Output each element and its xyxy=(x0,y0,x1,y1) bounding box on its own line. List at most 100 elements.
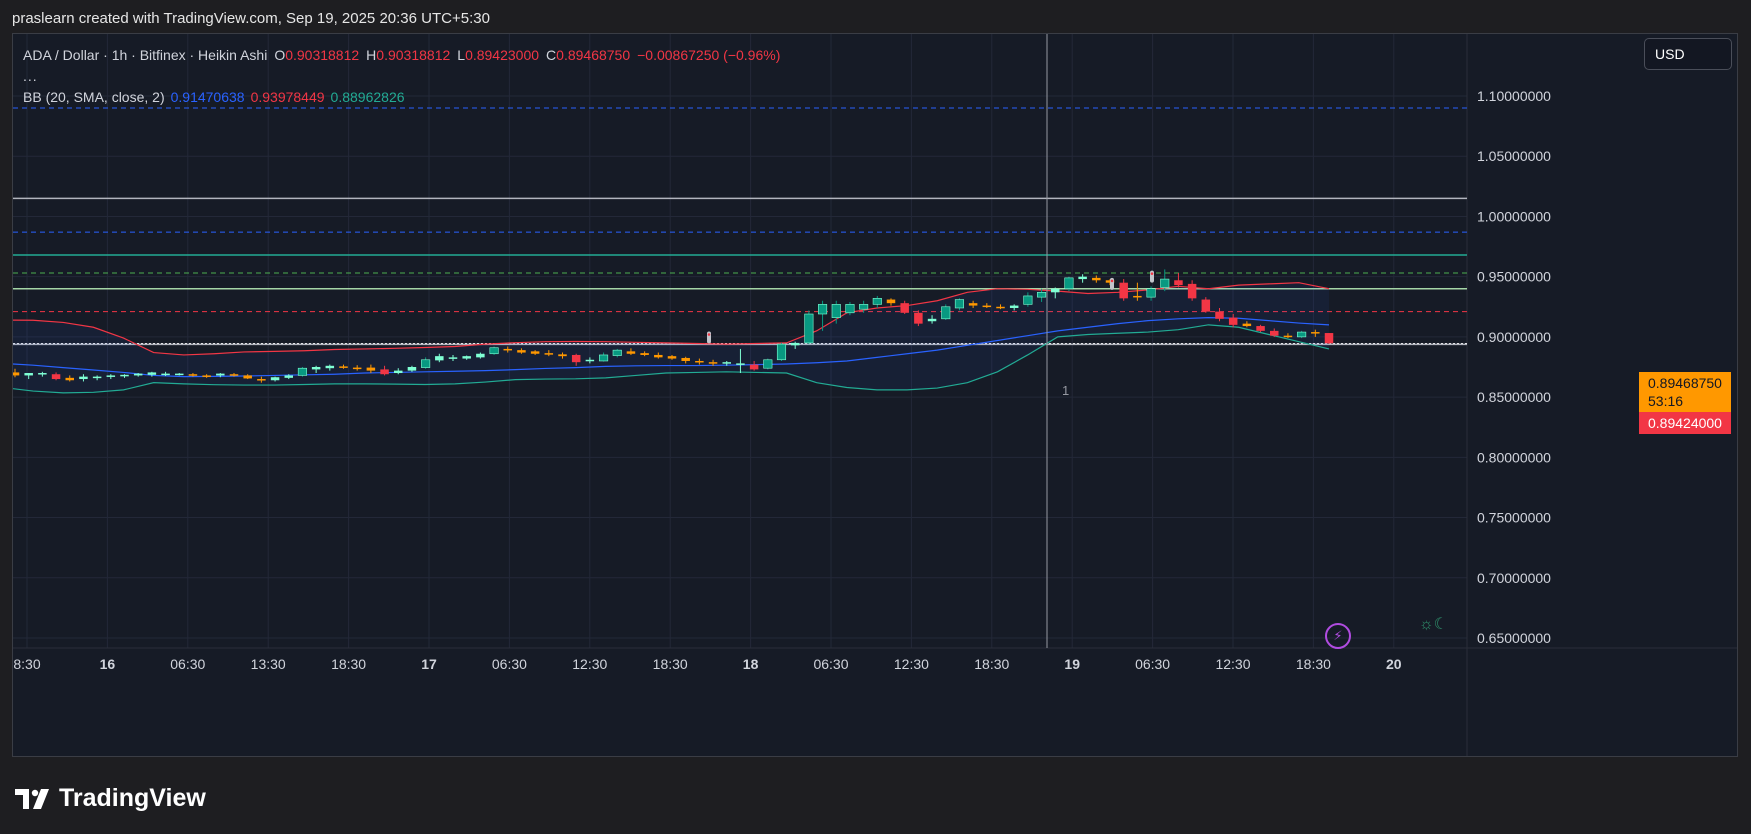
candle-body xyxy=(38,373,47,375)
legend-change-value: −0.00867250 (−0.96%) xyxy=(637,47,781,63)
currency-button[interactable]: USD xyxy=(1644,38,1732,70)
candle-body xyxy=(147,372,157,375)
candle-body xyxy=(585,359,595,362)
candle-body xyxy=(1078,276,1087,280)
candle-body xyxy=(1146,288,1156,298)
candle-body xyxy=(776,343,787,361)
candle-body xyxy=(435,356,444,361)
chart-legend: ADA / Dollar · 1h · Bitfinex · Heikin As… xyxy=(23,45,780,108)
time-tick-label: 18:30 xyxy=(1296,656,1331,672)
legend-open-value: 0.90318812 xyxy=(285,47,360,63)
candle-body xyxy=(1256,326,1265,331)
time-tick-label: 20 xyxy=(1386,656,1402,672)
candle-body xyxy=(571,354,581,363)
time-tick-label: 8:30 xyxy=(13,656,40,672)
candle-body xyxy=(394,370,403,374)
time-tick-label: 06:30 xyxy=(170,656,205,672)
candle-body xyxy=(216,373,225,376)
candle-body xyxy=(722,362,731,364)
candle-body xyxy=(695,360,704,363)
legend-low-label: L xyxy=(457,47,466,63)
time-tick-label: 06:30 xyxy=(1135,656,1170,672)
time-tick-label: 12:30 xyxy=(572,656,607,672)
event-marker-dot xyxy=(1110,279,1114,283)
legend-high-label: H xyxy=(366,47,377,63)
price-tick-label: 1.10000000 xyxy=(1477,88,1551,104)
time-tick-label: 12:30 xyxy=(1215,656,1250,672)
candle-body xyxy=(1311,332,1320,334)
candle xyxy=(1324,333,1334,344)
price-tick-label: 0.95000000 xyxy=(1477,269,1551,285)
candle-body xyxy=(448,357,458,359)
candle-body xyxy=(667,356,677,359)
candle-body xyxy=(1283,335,1293,338)
legend-more-button[interactable]: ... xyxy=(23,66,780,87)
legend-bb-lower: 0.88962826 xyxy=(330,89,405,105)
chart-caption: praslearn created with TradingView.com, … xyxy=(12,10,490,27)
candle xyxy=(297,367,307,377)
candle-body xyxy=(352,367,362,370)
candle-body xyxy=(65,377,74,381)
chart-pane[interactable]: 1.10000000 1.05000000 1.00000000 0.95000000… xyxy=(12,33,1738,757)
low-price-tag: 0.89424000 xyxy=(1639,412,1731,434)
candle-body xyxy=(462,356,471,359)
candle-body xyxy=(1215,311,1224,319)
candle-body xyxy=(804,313,814,344)
candle-body xyxy=(24,373,33,376)
candle-body xyxy=(270,377,280,381)
candle-body xyxy=(763,359,773,369)
bar-countdown: 53:16 xyxy=(1648,393,1684,409)
candle-body xyxy=(366,367,376,371)
price-tick-label: 0.85000000 xyxy=(1477,389,1551,405)
candle-body xyxy=(202,375,211,377)
candle xyxy=(776,342,787,361)
candle-body xyxy=(900,303,909,313)
candle-body xyxy=(1009,305,1019,308)
price-tick-label: 1.00000000 xyxy=(1477,208,1551,224)
legend-bb-label[interactable]: BB (20, SMA, close, 2) xyxy=(23,89,165,105)
candle-body xyxy=(161,373,170,376)
candle-body xyxy=(544,353,554,355)
candle xyxy=(763,358,773,370)
legend-symbol[interactable]: ADA / Dollar · 1h · Bitfinex · Heikin As… xyxy=(23,47,267,63)
candle-body xyxy=(311,367,321,370)
time-tick-label: 13:30 xyxy=(251,656,286,672)
price-chart[interactable]: 1.10000000 1.05000000 1.00000000 0.95000000… xyxy=(13,34,1737,756)
candle-body xyxy=(297,367,307,376)
legend-close-value: 0.89468750 xyxy=(556,47,631,63)
candle-body xyxy=(996,306,1005,309)
time-tick-label: 06:30 xyxy=(813,656,848,672)
candle-body xyxy=(79,376,88,380)
time-tick-label: 16 xyxy=(100,656,116,672)
event-marker-dot xyxy=(707,333,711,336)
crosshair-label: 1 xyxy=(1062,383,1070,398)
candle-body xyxy=(407,367,417,371)
candle-body xyxy=(421,359,431,368)
time-tick-label: 19 xyxy=(1064,656,1080,672)
time-tick-label: 18:30 xyxy=(653,656,688,672)
time-tick-label: 12:30 xyxy=(894,656,929,672)
candle-body xyxy=(736,363,745,365)
brand-name: TradingView xyxy=(59,784,206,812)
candle-body xyxy=(188,374,198,376)
candle-body xyxy=(790,342,800,346)
sun-moon-icon[interactable]: ☼☾ xyxy=(1419,614,1448,634)
flash-icon[interactable]: ⚡ xyxy=(1325,623,1351,649)
candle-body xyxy=(1119,282,1128,299)
legend-bb-row[interactable]: BB (20, SMA, close, 2) 0.91470638 0.939784… xyxy=(23,87,780,108)
candle-body xyxy=(927,318,937,322)
legend-open-label: O xyxy=(274,47,286,63)
candle-body xyxy=(229,374,239,376)
candle-body xyxy=(982,305,992,308)
price-tick-label: 0.90000000 xyxy=(1477,329,1551,345)
time-tick-label: 06:30 xyxy=(492,656,527,672)
tradingview-brand[interactable]: TradingView xyxy=(15,784,206,813)
candle xyxy=(1064,276,1074,292)
candle-body xyxy=(1187,283,1197,299)
candle-body xyxy=(654,354,663,358)
legend-close-label: C xyxy=(546,47,557,63)
candle-body xyxy=(558,354,567,357)
time-tick-label: 18:30 xyxy=(331,656,366,672)
candle-body xyxy=(175,373,184,376)
candle xyxy=(804,310,814,345)
